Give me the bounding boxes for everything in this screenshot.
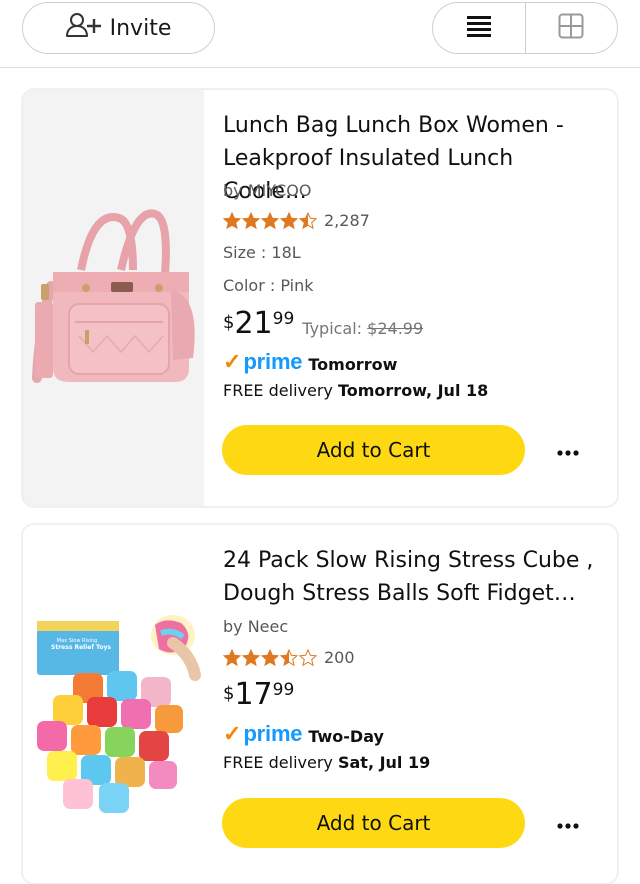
prime-check-icon: ✓ <box>223 349 242 374</box>
rating-count: 2,287 <box>324 211 370 230</box>
top-bar: Invite <box>0 0 640 68</box>
product-card[interactable]: Lunch Bag Lunch Box Women - Leakproof In… <box>22 89 618 507</box>
product-image-lunch-bag[interactable] <box>23 90 204 506</box>
list-icon <box>466 15 492 41</box>
product-title-line2: Dough Stress Balls Soft Fidget… <box>223 581 576 606</box>
product-title[interactable]: 24 Pack Slow Rising Stress Cube , Dough … <box>223 544 603 610</box>
invite-button[interactable]: Invite <box>22 2 215 54</box>
typical-label: Typical: <box>302 319 363 338</box>
add-person-icon <box>65 12 102 44</box>
add-to-cart-button[interactable]: Add to Cart <box>222 798 525 848</box>
prime-badge: ✓ prime Tomorrow <box>223 349 397 375</box>
invite-label: Invite <box>109 15 172 41</box>
product-title-line1: Lunch Bag Lunch Box Women - <box>223 113 564 138</box>
product-brand[interactable]: by MIYCOO <box>223 181 312 200</box>
list-view-button[interactable] <box>433 3 525 53</box>
grid-icon <box>558 13 584 43</box>
product-title-line1: 24 Pack Slow Rising Stress Cube , <box>223 548 594 573</box>
product-brand[interactable]: by Neec <box>223 617 288 636</box>
price: $ 21 99 Typical: $24.99 <box>223 307 423 341</box>
star-rating <box>223 212 317 230</box>
add-to-cart-button[interactable]: Add to Cart <box>222 425 525 475</box>
rating-row[interactable]: 200 <box>223 648 355 667</box>
grid-view-button[interactable] <box>524 3 618 53</box>
product-color: Color : Pink <box>223 276 314 295</box>
product-card[interactable]: Max Slow Rising Stress Relief Toys 24 Pa… <box>22 524 618 884</box>
delivery-prefix: FREE delivery <box>223 753 333 772</box>
stars-4-5-icon <box>223 212 317 229</box>
box-text-line2: Stress Relief Toys <box>51 644 111 651</box>
typical-price-value: $24.99 <box>367 319 424 338</box>
price-symbol: $ <box>223 312 235 333</box>
price-fraction: 99 <box>272 309 295 329</box>
delivery-info: FREE delivery Sat, Jul 19 <box>223 753 430 772</box>
delivery-prefix: FREE delivery <box>223 381 333 400</box>
more-options-button[interactable] <box>548 435 588 465</box>
more-options-button[interactable] <box>548 808 588 838</box>
delivery-info: FREE delivery Tomorrow, Jul 18 <box>223 381 488 400</box>
rating-row[interactable]: 2,287 <box>223 211 370 230</box>
price-symbol: $ <box>223 683 235 704</box>
product-size: Size : 18L <box>223 243 301 262</box>
typical-price: Typical: $24.99 <box>302 319 423 338</box>
prime-check-icon: ✓ <box>223 721 242 746</box>
prime-logo: prime <box>243 721 303 746</box>
more-dots-icon <box>557 441 579 460</box>
prime-logo: prime <box>243 349 303 374</box>
star-rating <box>223 649 317 667</box>
prime-speed: Tomorrow <box>308 354 398 374</box>
view-toggle <box>432 2 618 54</box>
price-fraction: 99 <box>272 680 295 700</box>
product-image-stress-cubes[interactable]: Max Slow Rising Stress Relief Toys <box>23 525 204 883</box>
prime-badge: ✓ prime Two-Day <box>223 721 384 747</box>
more-dots-icon <box>557 814 579 833</box>
delivery-date: Sat, Jul 19 <box>337 753 431 772</box>
rating-count: 200 <box>324 648 355 667</box>
prime-speed: Two-Day <box>308 726 384 746</box>
price-whole: 21 <box>234 306 273 341</box>
stars-3-5-icon <box>223 649 317 666</box>
delivery-date: Tomorrow, Jul 18 <box>337 381 489 400</box>
price-whole: 17 <box>234 677 273 712</box>
price: $ 17 99 <box>223 678 294 712</box>
